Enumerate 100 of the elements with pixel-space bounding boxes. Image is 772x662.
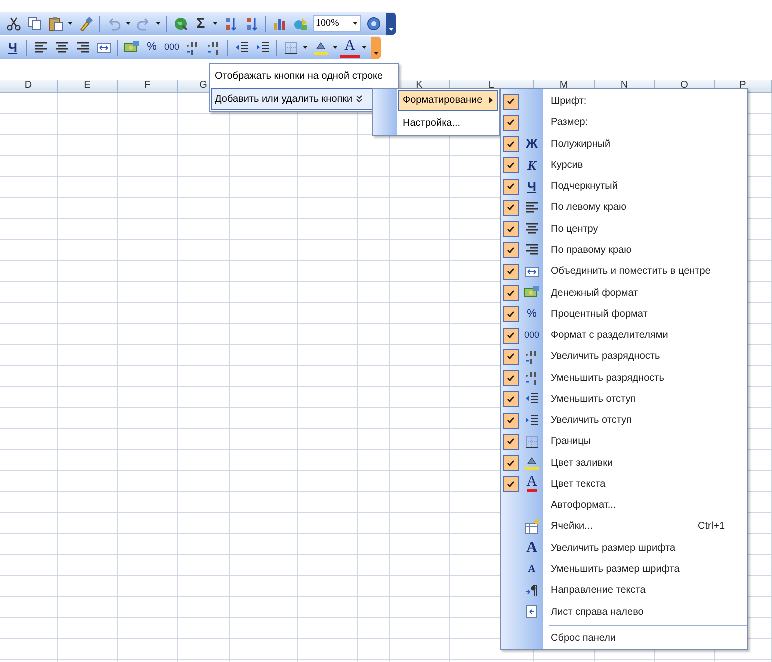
menu-item-label: Увеличить разрядность	[551, 350, 662, 364]
check-icon	[507, 183, 515, 190]
checkbox[interactable]	[503, 348, 519, 365]
menu-item[interactable]: Настройка...	[398, 113, 498, 134]
menu-item[interactable]: Границы	[501, 431, 747, 453]
bold-letter: Ж	[526, 135, 538, 154]
menu-item[interactable]: A Увеличить размер шрифта	[501, 538, 747, 559]
menu-item-label: Подчеркнутый	[551, 180, 619, 194]
menu-item[interactable]: Уменьшить отступ	[501, 388, 747, 410]
toolbar-options-button[interactable]	[386, 12, 396, 34]
checkbox[interactable]	[503, 242, 519, 258]
menu-item-label: По правому краю	[551, 244, 633, 258]
menu-item-label: Курсив	[551, 158, 584, 173]
checkbox[interactable]	[503, 306, 519, 322]
checkbox[interactable]	[503, 200, 519, 216]
italic-letter: К	[528, 156, 536, 175]
sum-button[interactable]: Σ	[191, 14, 211, 34]
check-icon	[507, 268, 515, 276]
menu-item-label: Уменьшить отступ	[551, 392, 638, 407]
menu-item[interactable]: Ячейки... Ctrl+1	[501, 516, 747, 538]
thousands-button[interactable]: 000	[162, 38, 182, 58]
menu-item-label: Шрифт:	[551, 95, 588, 110]
menu-item[interactable]: Увеличить разрядность	[501, 346, 747, 368]
help-icon	[366, 16, 382, 32]
check-icon	[507, 480, 515, 488]
shortcut-label: Ctrl+1	[698, 520, 726, 534]
menu-item-label: Границы	[551, 435, 592, 450]
menu-item-label: По левому краю	[551, 201, 628, 216]
menu-item-label: Формат с разделителями	[551, 329, 670, 344]
font-color-button[interactable]: A	[340, 38, 360, 58]
checkbox[interactable]	[503, 412, 519, 429]
menu-item-label: Форматирование	[403, 94, 483, 108]
menu-item[interactable]: A Уменьшить размер шрифта	[501, 558, 747, 580]
menu-item[interactable]: По левому краю	[501, 197, 747, 219]
caret-icon	[303, 46, 308, 49]
check-icon	[507, 438, 515, 446]
column-header[interactable]: E	[58, 80, 118, 93]
menu-item[interactable]: Шрифт:	[501, 91, 747, 112]
menu-item[interactable]: К Курсив	[501, 154, 747, 176]
menu-item[interactable]: Автоформат...	[501, 495, 747, 516]
check-icon	[507, 310, 515, 318]
column-header[interactable]: D	[0, 80, 58, 93]
checkbox[interactable]	[503, 370, 519, 386]
checkbox[interactable]	[503, 114, 519, 131]
checkbox[interactable]	[503, 178, 519, 195]
checkbox[interactable]	[503, 455, 519, 472]
menu-item[interactable]: % Процентный формат	[501, 304, 747, 325]
checkbox[interactable]	[503, 264, 519, 280]
checkbox[interactable]	[503, 136, 519, 152]
menu-item[interactable]: Ч Подчеркнутый	[501, 176, 747, 198]
paint-bucket-icon	[524, 455, 540, 472]
menu-item[interactable]: Ж Полужирный	[501, 134, 747, 155]
check-icon	[507, 374, 515, 382]
underline-button[interactable]: Ч	[3, 38, 23, 58]
checkbox[interactable]	[503, 285, 519, 302]
menu-item[interactable]: По правому краю	[501, 240, 747, 262]
align-right-icon	[74, 40, 90, 56]
align-left-icon	[524, 200, 540, 216]
large-letter: A	[526, 539, 538, 558]
globe-icon	[172, 16, 188, 32]
checkbox[interactable]	[503, 221, 519, 238]
checkbox[interactable]	[503, 157, 519, 174]
menu-gutter	[373, 89, 397, 135]
menu-item[interactable]: Уменьшить разрядность	[501, 367, 747, 389]
checkbox[interactable]	[503, 434, 519, 450]
check-icon	[507, 226, 515, 233]
menu-item-label: Процентный формат	[551, 308, 649, 322]
caret-icon	[362, 46, 367, 49]
menu-item-label: Цвет текста	[551, 478, 607, 492]
menu-item[interactable]: Увеличить отступ	[501, 410, 747, 432]
check-icon	[507, 98, 515, 106]
checkbox[interactable]	[503, 391, 519, 408]
menu-item-label: Уменьшить размер шрифта	[551, 563, 681, 578]
percent-button[interactable]: %	[142, 38, 162, 58]
menu-item-label: Объединить и поместить в центре	[551, 265, 712, 280]
menu-item[interactable]: A Цвет текста	[501, 474, 747, 496]
check-icon	[507, 332, 515, 340]
menu-item[interactable]: По центру	[501, 218, 747, 240]
menu-item[interactable]: Денежный формат	[501, 282, 747, 304]
toolbar-options-button[interactable]	[371, 36, 381, 58]
column-header[interactable]: F	[118, 80, 178, 93]
thousands-digits: 000	[524, 328, 540, 342]
checkbox[interactable]	[503, 94, 519, 110]
indent-icon	[254, 40, 270, 56]
menu-item-label: Увеличить отступ	[551, 414, 633, 428]
borders-icon	[524, 434, 540, 450]
menu-item[interactable]: Размер:	[501, 112, 747, 134]
menu-item-label: Полужирный	[551, 138, 612, 152]
checkbox[interactable]	[503, 328, 519, 344]
brush-icon	[78, 16, 94, 32]
zoom-field[interactable]: 100%	[313, 15, 361, 32]
menu-item[interactable]: Цвет заливки	[501, 452, 747, 474]
menu-item[interactable]: 000 Формат с разделителями	[501, 324, 747, 346]
menu-item[interactable]: Сброс панели	[501, 628, 747, 650]
chevron-icon	[388, 28, 394, 32]
menu-item[interactable]: Направление текста	[501, 580, 747, 602]
menu-item[interactable]: Форматирование	[398, 90, 498, 111]
menu-item[interactable]: Лист справа налево	[501, 602, 747, 623]
menu-item[interactable]: Объединить и поместить в центре	[501, 261, 747, 282]
checkbox[interactable]	[503, 476, 519, 492]
